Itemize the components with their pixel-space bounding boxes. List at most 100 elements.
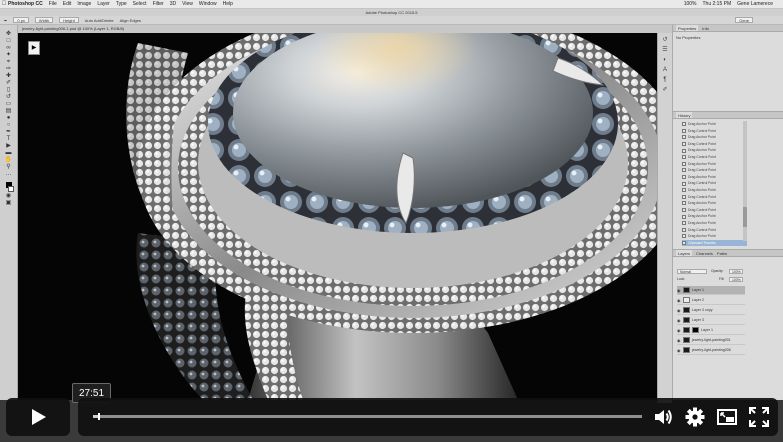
history-brush-tool-icon[interactable]: ↺	[4, 94, 13, 100]
menu-filter[interactable]: Filter	[153, 1, 164, 7]
move-tool-icon[interactable]: ✥	[4, 31, 13, 37]
hand-tool-icon[interactable]: ✋	[4, 157, 13, 163]
tab-properties[interactable]: Properties	[676, 25, 699, 31]
history-item[interactable]: Drag Control Point	[682, 207, 747, 214]
paragraph-panel-icon[interactable]: ¶	[661, 77, 669, 83]
eye-icon[interactable]: ◉	[677, 318, 681, 323]
layer-row[interactable]: ◉ Layer 3	[677, 316, 745, 325]
lasso-tool-icon[interactable]: ∞	[4, 45, 13, 51]
menu-3d[interactable]: 3D	[170, 1, 176, 7]
eyedropper-tool-icon[interactable]: ✑	[4, 66, 13, 72]
properties-panel-icon[interactable]: ☰	[661, 47, 669, 53]
menu-select[interactable]: Select	[133, 1, 147, 7]
opacity-field[interactable]: 100%	[729, 269, 743, 274]
history-item[interactable]: Drag Anchor Point	[682, 121, 747, 128]
history-item[interactable]: Drag Anchor Point	[682, 187, 747, 194]
document-tab[interactable]: jewelry-light-painting006-1.psd @ 100% (…	[18, 25, 672, 33]
menu-file[interactable]: File	[49, 1, 57, 7]
progress-bar[interactable]	[93, 413, 642, 420]
history-item[interactable]: Drag Control Point	[682, 128, 747, 135]
app-menu[interactable]: Photoshop CC	[8, 1, 43, 7]
history-item[interactable]: Drag Control Point	[682, 154, 747, 161]
user-name[interactable]: Gene Lamerece	[737, 1, 773, 7]
menu-help[interactable]: Help	[223, 1, 233, 7]
shape-tool-icon[interactable]: ▬	[4, 150, 13, 156]
history-item[interactable]: Drag Anchor Point	[682, 213, 747, 220]
history-item[interactable]: Drag Control Point	[682, 180, 747, 187]
eye-icon[interactable]: ◉	[677, 298, 681, 303]
gradient-tool-icon[interactable]: ▤	[4, 108, 13, 114]
menu-layer[interactable]: Layer	[97, 1, 110, 7]
eye-icon[interactable]: ◉	[677, 308, 681, 313]
workspace-select[interactable]: Gene	[735, 17, 753, 23]
settings-icon[interactable]	[684, 406, 706, 428]
adjustments-panel-icon[interactable]: ◐	[661, 57, 669, 63]
history-item[interactable]: Drag Anchor Point	[682, 220, 747, 227]
history-item[interactable]: Clipboard Thumbs	[682, 239, 747, 247]
apple-icon[interactable]: 	[0, 1, 8, 7]
fullscreen-icon[interactable]	[748, 406, 770, 428]
history-item[interactable]: Drag Control Point	[682, 167, 747, 174]
menu-edit[interactable]: Edit	[63, 1, 72, 7]
pen-tool-icon[interactable]: ✒	[4, 18, 7, 23]
path-select-tool-icon[interactable]: ▶	[4, 143, 13, 149]
layer-row[interactable]: ◉ jewelry-light-painting001	[677, 336, 745, 345]
pip-icon[interactable]	[716, 406, 738, 428]
eye-icon[interactable]: ◉	[677, 328, 681, 333]
history-item[interactable]: Drag Anchor Point	[682, 174, 747, 181]
layer-row[interactable]: ◉ Layer 1	[677, 286, 745, 295]
pen-tool-icon[interactable]: ✒	[4, 129, 13, 135]
stamp-tool-icon[interactable]: ▯	[4, 87, 13, 93]
document-canvas[interactable]: ▶	[18, 33, 672, 400]
layer-row[interactable]: ◉ Layer 2	[677, 296, 745, 305]
fill-field[interactable]: 100%	[729, 277, 743, 282]
blur-tool-icon[interactable]: ●	[4, 115, 13, 121]
history-item[interactable]: Drag Control Point	[682, 227, 747, 234]
quick-mask-icon[interactable]: ◉	[4, 193, 13, 199]
tab-channels[interactable]: Channels	[696, 250, 713, 256]
menu-window[interactable]: Window	[199, 1, 217, 7]
history-item[interactable]: Drag Anchor Point	[682, 161, 747, 168]
screen-mode-icon[interactable]: ▣	[4, 200, 13, 206]
playhead[interactable]	[98, 413, 101, 420]
crop-tool-icon[interactable]: ⌖	[4, 59, 13, 65]
eye-icon[interactable]: ◉	[677, 288, 681, 293]
menu-image[interactable]: Image	[77, 1, 91, 7]
eye-icon[interactable]: ◉	[677, 338, 681, 343]
play-button[interactable]	[6, 398, 70, 436]
width-field[interactable]: Width	[34, 17, 54, 23]
history-scroll-thumb[interactable]	[743, 207, 747, 227]
tab-history[interactable]: History	[676, 112, 693, 118]
history-item[interactable]: Drag Control Point	[682, 194, 747, 201]
menu-type[interactable]: Type	[116, 1, 127, 7]
zoom-tool-icon[interactable]: ⚲	[4, 164, 13, 170]
layer-row[interactable]: ◉ Layer 3 copy	[677, 306, 745, 315]
height-field[interactable]: Height	[59, 17, 79, 23]
tab-paths[interactable]: Paths	[717, 250, 727, 256]
feather-field[interactable]: 0 px	[13, 17, 29, 23]
history-item[interactable]: Drag Control Point	[682, 141, 747, 148]
history-scrollbar[interactable]	[743, 121, 747, 241]
blend-mode-select[interactable]: Normal	[677, 269, 707, 274]
history-item[interactable]: Drag Anchor Point	[682, 200, 747, 207]
layer-row[interactable]: ◉ Layer 1	[677, 326, 745, 335]
history-item[interactable]: Drag Anchor Point	[682, 147, 747, 154]
character-panel-icon[interactable]: A	[661, 67, 669, 73]
brush-tool-icon[interactable]: ✐	[4, 80, 13, 86]
history-item[interactable]: Drag Anchor Point	[682, 134, 747, 141]
healing-tool-icon[interactable]: ✚	[4, 73, 13, 79]
layer-row[interactable]: ◉ jewelry-light-painting006	[677, 346, 745, 355]
volume-icon[interactable]	[652, 406, 674, 428]
tab-layers[interactable]: Layers	[676, 250, 693, 256]
history-panel-icon[interactable]: ↺	[661, 37, 669, 43]
type-tool-icon[interactable]: T	[4, 136, 13, 142]
eye-icon[interactable]: ◉	[677, 348, 681, 353]
background-color-swatch[interactable]	[7, 186, 14, 192]
brush-panel-icon[interactable]: ✐	[661, 87, 669, 93]
tab-info[interactable]: Info	[702, 25, 709, 31]
auto-add-delete-checkbox[interactable]: Auto Add/Delete	[85, 18, 114, 23]
history-item[interactable]: Drag Anchor Point	[682, 233, 747, 240]
more-tools-icon[interactable]: …	[4, 171, 13, 177]
align-edges-checkbox[interactable]: Align Edges	[120, 18, 141, 23]
navigator-marker-icon[interactable]: ▶	[28, 41, 40, 55]
